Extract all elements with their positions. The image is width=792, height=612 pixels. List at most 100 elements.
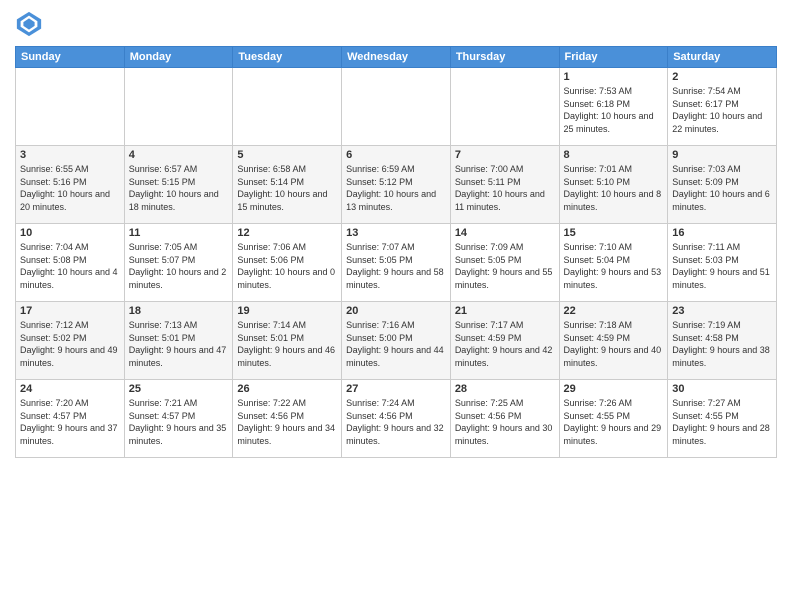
day-number: 28 — [455, 383, 555, 395]
day-info: Sunrise: 7:12 AM Sunset: 5:02 PM Dayligh… — [20, 319, 120, 369]
calendar-cell — [16, 68, 125, 146]
calendar-cell — [342, 68, 451, 146]
calendar-cell: 9 Sunrise: 7:03 AM Sunset: 5:09 PM Daylig… — [668, 146, 777, 224]
day-number: 20 — [346, 305, 446, 317]
calendar-cell: 13 Sunrise: 7:07 AM Sunset: 5:05 PM Dayli… — [342, 224, 451, 302]
day-number: 10 — [20, 227, 120, 239]
day-number: 9 — [672, 149, 772, 161]
day-number: 1 — [564, 71, 664, 83]
calendar-cell: 12Sunrise: 7:06 AM Sunset: 5:06 PM Dayli… — [233, 224, 342, 302]
day-info: Sunrise: 7:13 AM Sunset: 5:01 PM Dayligh… — [129, 319, 229, 369]
calendar-week-row: 17Sunrise: 7:12 AM Sunset: 5:02 PM Dayli… — [16, 302, 777, 380]
day-number: 21 — [455, 305, 555, 317]
day-info: Sunrise: 7:03 AM Sunset: 5:09 PM Dayligh… — [672, 163, 772, 213]
day-info: Sunrise: 6:55 AM Sunset: 5:16 PM Dayligh… — [20, 163, 120, 213]
calendar-cell: 5 Sunrise: 6:58 AM Sunset: 5:14 PM Daylig… — [233, 146, 342, 224]
day-info: Sunrise: 7:07 AM Sunset: 5:05 PM Dayligh… — [346, 241, 446, 291]
calendar-week-row: 1 Sunrise: 7:53 AM Sunset: 6:18 PM Daylig… — [16, 68, 777, 146]
calendar-cell: 25 Sunrise: 7:21 AM Sunset: 4:57 PM Dayli… — [124, 380, 233, 458]
day-number: 30 — [672, 383, 772, 395]
calendar-cell: 7Sunrise: 7:00 AM Sunset: 5:11 PM Daylig… — [450, 146, 559, 224]
calendar-cell: 6 Sunrise: 6:59 AM Sunset: 5:12 PM Daylig… — [342, 146, 451, 224]
day-number: 15 — [564, 227, 664, 239]
calendar-cell: 4 Sunrise: 6:57 AM Sunset: 5:15 PM Daylig… — [124, 146, 233, 224]
calendar-cell: 3 Sunrise: 6:55 AM Sunset: 5:16 PM Daylig… — [16, 146, 125, 224]
day-number: 13 — [346, 227, 446, 239]
day-number: 5 — [237, 149, 337, 161]
day-info: Sunrise: 7:06 AM Sunset: 5:06 PM Dayligh… — [237, 241, 337, 291]
calendar-cell: 20 Sunrise: 7:16 AM Sunset: 5:00 PM Dayli… — [342, 302, 451, 380]
logo — [15, 10, 45, 38]
day-number: 24 — [20, 383, 120, 395]
day-info: Sunrise: 7:24 AM Sunset: 4:56 PM Dayligh… — [346, 397, 446, 447]
calendar-cell: 18 Sunrise: 7:13 AM Sunset: 5:01 PM Dayli… — [124, 302, 233, 380]
day-number: 23 — [672, 305, 772, 317]
day-info: Sunrise: 7:09 AM Sunset: 5:05 PM Dayligh… — [455, 241, 555, 291]
calendar-cell — [233, 68, 342, 146]
day-info: Sunrise: 7:20 AM Sunset: 4:57 PM Dayligh… — [20, 397, 120, 447]
day-info: Sunrise: 6:58 AM Sunset: 5:14 PM Dayligh… — [237, 163, 337, 213]
calendar-cell: 23 Sunrise: 7:19 AM Sunset: 4:58 PM Dayli… — [668, 302, 777, 380]
calendar-header-row: SundayMondayTuesdayWednesdayThursdayFrid… — [16, 47, 777, 68]
weekday-header: Saturday — [668, 47, 777, 68]
calendar-cell: 15 Sunrise: 7:10 AM Sunset: 5:04 PM Dayli… — [559, 224, 668, 302]
calendar-cell: 14 Sunrise: 7:09 AM Sunset: 5:05 PM Dayli… — [450, 224, 559, 302]
weekday-header: Wednesday — [342, 47, 451, 68]
day-info: Sunrise: 7:53 AM Sunset: 6:18 PM Dayligh… — [564, 85, 664, 135]
day-number: 19 — [237, 305, 337, 317]
day-info: Sunrise: 7:26 AM Sunset: 4:55 PM Dayligh… — [564, 397, 664, 447]
weekday-header: Monday — [124, 47, 233, 68]
day-number: 29 — [564, 383, 664, 395]
day-number: 25 — [129, 383, 229, 395]
day-number: 6 — [346, 149, 446, 161]
day-info: Sunrise: 7:10 AM Sunset: 5:04 PM Dayligh… — [564, 241, 664, 291]
weekday-header: Tuesday — [233, 47, 342, 68]
calendar-cell: 8 Sunrise: 7:01 AM Sunset: 5:10 PM Daylig… — [559, 146, 668, 224]
day-info: Sunrise: 7:05 AM Sunset: 5:07 PM Dayligh… — [129, 241, 229, 291]
day-info: Sunrise: 7:19 AM Sunset: 4:58 PM Dayligh… — [672, 319, 772, 369]
calendar-cell — [124, 68, 233, 146]
day-number: 22 — [564, 305, 664, 317]
day-number: 27 — [346, 383, 446, 395]
day-info: Sunrise: 7:27 AM Sunset: 4:55 PM Dayligh… — [672, 397, 772, 447]
day-number: 18 — [129, 305, 229, 317]
calendar-cell: 2 Sunrise: 7:54 AM Sunset: 6:17 PM Daylig… — [668, 68, 777, 146]
calendar-cell: 21 Sunrise: 7:17 AM Sunset: 4:59 PM Dayli… — [450, 302, 559, 380]
weekday-header: Friday — [559, 47, 668, 68]
calendar-cell: 24 Sunrise: 7:20 AM Sunset: 4:57 PM Dayli… — [16, 380, 125, 458]
calendar-week-row: 10Sunrise: 7:04 AM Sunset: 5:08 PM Dayli… — [16, 224, 777, 302]
page: SundayMondayTuesdayWednesdayThursdayFrid… — [0, 0, 792, 612]
calendar-cell: 16 Sunrise: 7:11 AM Sunset: 5:03 PM Dayli… — [668, 224, 777, 302]
day-info: Sunrise: 7:17 AM Sunset: 4:59 PM Dayligh… — [455, 319, 555, 369]
calendar-cell: 1 Sunrise: 7:53 AM Sunset: 6:18 PM Daylig… — [559, 68, 668, 146]
calendar-cell: 22 Sunrise: 7:18 AM Sunset: 4:59 PM Dayli… — [559, 302, 668, 380]
day-info: Sunrise: 7:00 AM Sunset: 5:11 PM Dayligh… — [455, 163, 555, 213]
day-info: Sunrise: 6:59 AM Sunset: 5:12 PM Dayligh… — [346, 163, 446, 213]
weekday-header: Thursday — [450, 47, 559, 68]
calendar-cell: 11 Sunrise: 7:05 AM Sunset: 5:07 PM Dayli… — [124, 224, 233, 302]
day-info: Sunrise: 6:57 AM Sunset: 5:15 PM Dayligh… — [129, 163, 229, 213]
calendar-cell: 28 Sunrise: 7:25 AM Sunset: 4:56 PM Dayli… — [450, 380, 559, 458]
day-number: 3 — [20, 149, 120, 161]
weekday-header: Sunday — [16, 47, 125, 68]
day-number: 8 — [564, 149, 664, 161]
day-number: 2 — [672, 71, 772, 83]
calendar-cell: 17Sunrise: 7:12 AM Sunset: 5:02 PM Dayli… — [16, 302, 125, 380]
day-number: 4 — [129, 149, 229, 161]
day-number: 14 — [455, 227, 555, 239]
calendar-cell: 29 Sunrise: 7:26 AM Sunset: 4:55 PM Dayli… — [559, 380, 668, 458]
calendar-cell: 19Sunrise: 7:14 AM Sunset: 5:01 PM Dayli… — [233, 302, 342, 380]
calendar-table: SundayMondayTuesdayWednesdayThursdayFrid… — [15, 46, 777, 458]
day-info: Sunrise: 7:21 AM Sunset: 4:57 PM Dayligh… — [129, 397, 229, 447]
day-number: 16 — [672, 227, 772, 239]
calendar-cell — [450, 68, 559, 146]
day-info: Sunrise: 7:54 AM Sunset: 6:17 PM Dayligh… — [672, 85, 772, 135]
day-info: Sunrise: 7:16 AM Sunset: 5:00 PM Dayligh… — [346, 319, 446, 369]
header — [15, 10, 777, 38]
day-info: Sunrise: 7:18 AM Sunset: 4:59 PM Dayligh… — [564, 319, 664, 369]
calendar-cell: 27 Sunrise: 7:24 AM Sunset: 4:56 PM Dayli… — [342, 380, 451, 458]
day-number: 11 — [129, 227, 229, 239]
day-info: Sunrise: 7:01 AM Sunset: 5:10 PM Dayligh… — [564, 163, 664, 213]
day-info: Sunrise: 7:25 AM Sunset: 4:56 PM Dayligh… — [455, 397, 555, 447]
day-info: Sunrise: 7:11 AM Sunset: 5:03 PM Dayligh… — [672, 241, 772, 291]
